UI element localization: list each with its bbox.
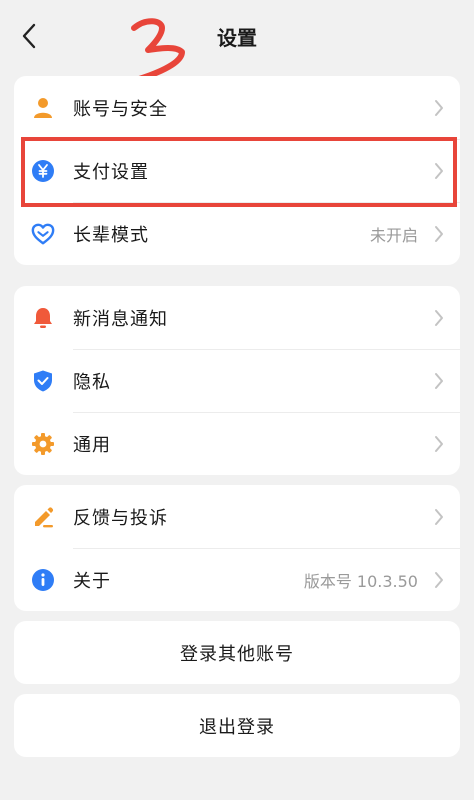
account-icon <box>31 96 55 120</box>
row-account-security[interactable]: 账号与安全 <box>14 76 460 139</box>
row-elder-mode[interactable]: 长辈模式 未开启 <box>14 202 460 265</box>
chevron-right-icon <box>432 507 446 527</box>
row-privacy[interactable]: 隐私 <box>14 349 460 412</box>
chevron-right-icon <box>432 434 446 454</box>
row-payment-settings[interactable]: 支付设置 <box>14 139 460 202</box>
yuan-icon <box>31 159 55 183</box>
row-label: 长辈模式 <box>73 224 149 246</box>
top-bar: 设置 <box>0 0 474 72</box>
pencil-icon <box>31 505 55 529</box>
row-label: 关于 <box>73 570 111 592</box>
row-feedback[interactable]: 反馈与投诉 <box>14 485 460 548</box>
row-notifications[interactable]: 新消息通知 <box>14 286 460 349</box>
chevron-right-icon <box>432 570 446 590</box>
chevron-right-icon <box>432 98 446 118</box>
page-title: 设置 <box>217 26 257 50</box>
row-about[interactable]: 关于 版本号 10.3.50 <box>14 548 460 611</box>
elder-heart-icon <box>31 222 55 246</box>
row-label: 支付设置 <box>73 161 149 183</box>
settings-group-1: 账号与安全 支付设置 长辈模式 未开启 <box>14 76 460 265</box>
row-label: 账号与安全 <box>73 98 168 120</box>
chevron-right-icon <box>432 371 446 391</box>
row-label: 反馈与投诉 <box>73 507 168 529</box>
chevron-right-icon <box>432 161 446 181</box>
info-icon <box>31 568 55 592</box>
settings-group-2: 新消息通知 隐私 通用 <box>14 286 460 475</box>
switch-account-button[interactable]: 登录其他账号 <box>14 621 460 684</box>
row-label: 通用 <box>73 434 111 456</box>
gear-icon <box>31 432 55 456</box>
bell-icon <box>31 306 55 330</box>
settings-group-3: 反馈与投诉 关于 版本号 10.3.50 <box>14 485 460 611</box>
row-general[interactable]: 通用 <box>14 412 460 475</box>
row-version-value: 版本号 10.3.50 <box>303 571 418 591</box>
row-label: 新消息通知 <box>73 308 168 330</box>
chevron-right-icon <box>432 224 446 244</box>
row-label: 隐私 <box>73 371 111 393</box>
logout-button[interactable]: 退出登录 <box>14 694 460 757</box>
chevron-right-icon <box>432 308 446 328</box>
shield-icon <box>31 369 55 393</box>
row-status-value: 未开启 <box>369 225 418 245</box>
